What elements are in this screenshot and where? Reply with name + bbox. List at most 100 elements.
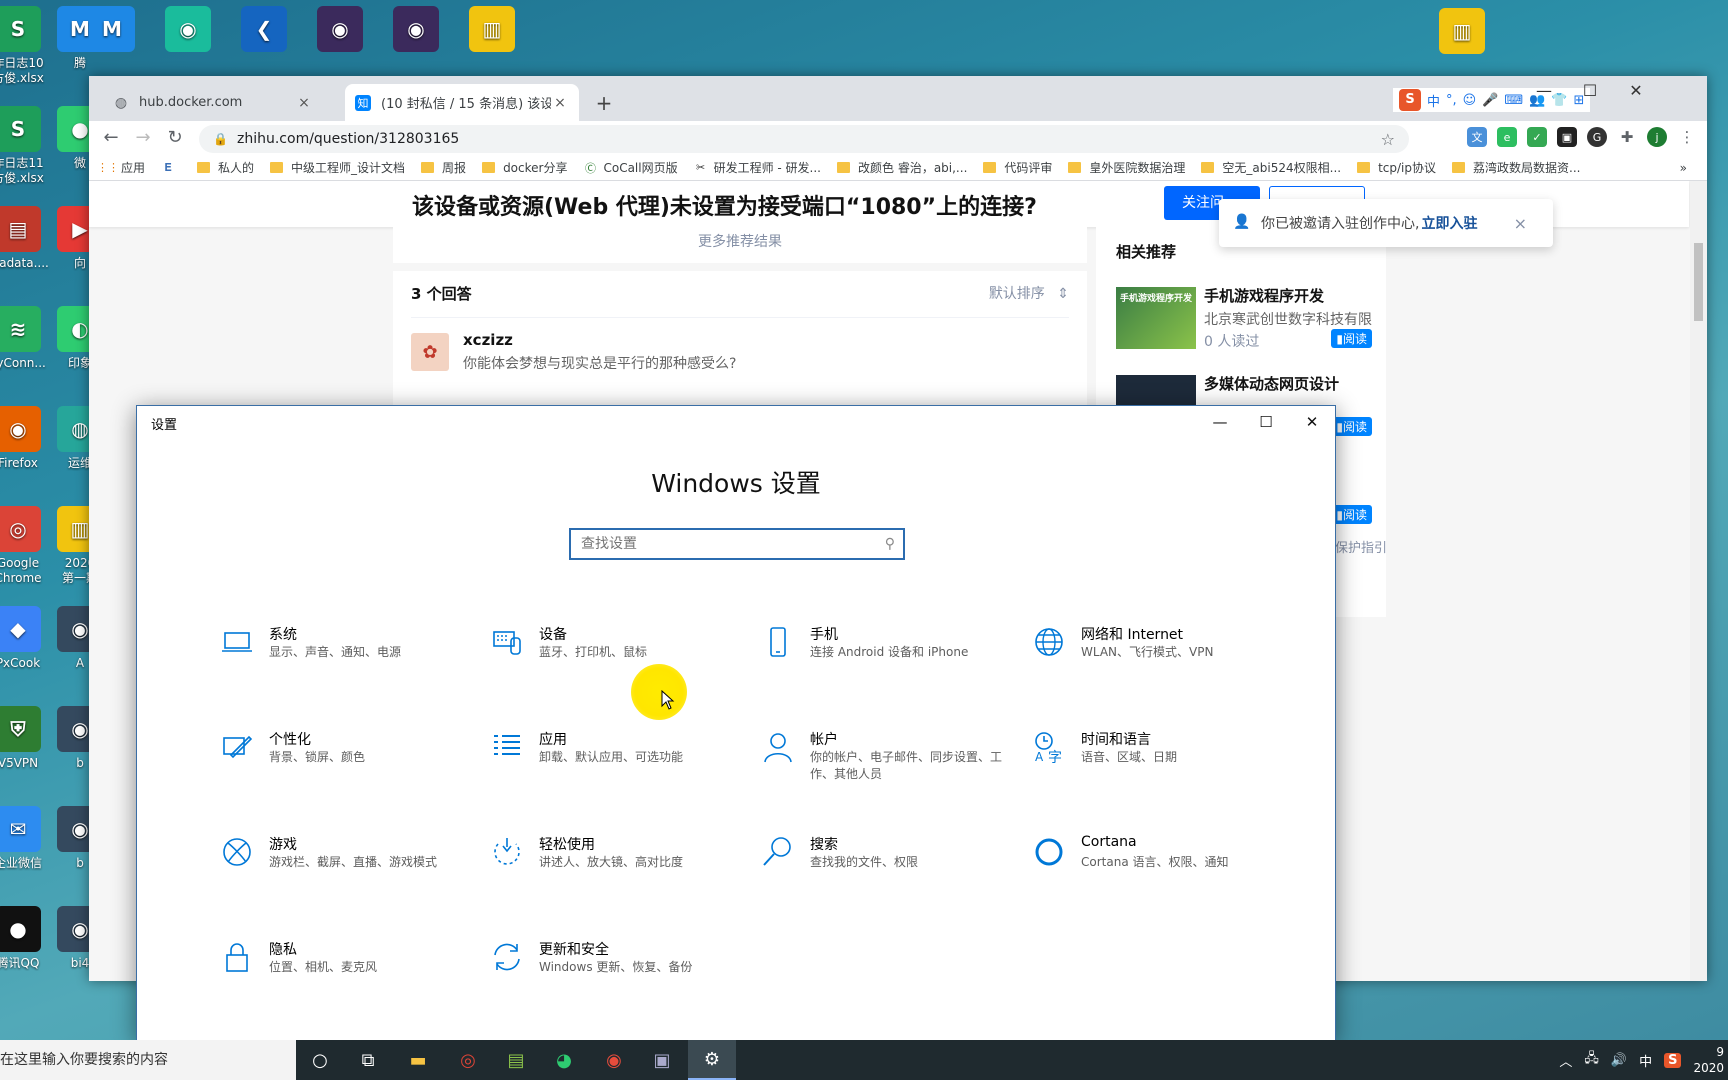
cortana-icon[interactable]: ○ [296, 1040, 344, 1080]
avatar[interactable]: j [1647, 127, 1667, 147]
maximize-icon[interactable]: ☐ [1243, 406, 1289, 438]
desktop-icon[interactable]: ◉ [146, 6, 230, 56]
back-icon[interactable]: ← [95, 122, 127, 154]
chevron-up-icon[interactable]: ︿ [1559, 1051, 1572, 1070]
shield-icon[interactable]: ✓ [1527, 127, 1547, 147]
cursor-highlight [631, 664, 687, 720]
app-icon[interactable]: ▣ [638, 1040, 686, 1080]
settings-gear-icon[interactable]: ⚙ [688, 1040, 736, 1080]
protect-link[interactable]: 保护指引 [1335, 537, 1387, 556]
settings-category-14[interactable]: 更新和安全 Windows 更新、恢复、备份 [489, 939, 749, 1009]
settings-category-12[interactable]: Cortana Cortana 语言、权限、通知 [1031, 834, 1291, 904]
toast-link[interactable]: 立即入驻 [1421, 213, 1477, 233]
bookmark-apps[interactable]: ⋮⋮ 应用 [97, 159, 145, 176]
bookmark-folder[interactable]: 中级工程师_设计文档 [270, 159, 405, 176]
app-icon[interactable]: ▤ [492, 1040, 540, 1080]
close-icon[interactable]: ✕ [1613, 76, 1659, 106]
settings-category-5[interactable]: 个性化 背景、锁屏、颜色 [219, 729, 479, 799]
network-icon[interactable]: 🖧 [1584, 1049, 1599, 1071]
ime-item[interactable]: °, [1446, 93, 1457, 108]
settings-category-11[interactable]: 搜索 查找我的文件、权限 [760, 834, 1020, 904]
read-button[interactable]: ▮阅读 [1331, 329, 1372, 348]
settings-category-3[interactable]: 手机 连接 Android 设备和 iPhone [760, 624, 1020, 694]
tab-docker[interactable]: ◍ hub.docker.com × [103, 84, 323, 121]
scrollbar[interactable] [1690, 181, 1707, 981]
bookmark-item[interactable]: Ⓒ CoCall网页版 [583, 159, 678, 176]
search-input[interactable]: ⚲ [569, 528, 905, 560]
book-icon: ▮ [1336, 508, 1343, 522]
puzzle-icon[interactable]: ✚ [1617, 127, 1637, 147]
extension-icon[interactable]: ▣ [1557, 127, 1577, 147]
desktop-icon[interactable]: ◉ [374, 6, 458, 56]
new-tab-button[interactable]: + [591, 90, 617, 116]
bookmark-folder[interactable]: docker分享 [482, 159, 567, 176]
more-results-link[interactable]: 更多推荐结果 [393, 227, 1087, 263]
tab-close-icon[interactable]: × [551, 95, 569, 111]
bookmark-folder[interactable]: 代码评审 [983, 159, 1052, 176]
close-icon[interactable]: ✕ [1289, 406, 1335, 438]
answer-author[interactable]: xczizz [463, 331, 513, 349]
bookmark-item[interactable]: 𝐄 [161, 161, 181, 175]
settings-category-7[interactable]: 帐户 你的帐户、电子邮件、同步设置、工作、其他人员 [760, 729, 1020, 799]
extension-icon[interactable]: G [1587, 127, 1607, 147]
ime-item[interactable]: 🎤 [1482, 93, 1498, 108]
desktop-icon[interactable]: ◉ [298, 6, 382, 56]
bookmark-item[interactable]: ✂ 研发工程师 - 研发... [694, 159, 821, 176]
read-button[interactable]: ▮阅读 [1331, 505, 1372, 524]
settings-category-1[interactable]: 系统 显示、声音、通知、电源 [219, 624, 479, 694]
clock[interactable]: 9 2020 [1693, 1044, 1724, 1076]
ime-item[interactable]: 中 [1427, 91, 1440, 110]
volume-icon[interactable]: 🔊 [1611, 1053, 1627, 1068]
bookmarks-more-button[interactable]: » [1680, 161, 1687, 175]
globe-icon [1031, 624, 1067, 660]
bookmark-folder[interactable]: 荔湾政数局数据资... [1452, 159, 1580, 176]
bookmark-folder[interactable]: 改颜色 睿治，abi,... [837, 159, 967, 176]
search-field[interactable] [581, 536, 871, 552]
file-explorer-icon[interactable]: ▬ [394, 1040, 442, 1080]
minimize-icon[interactable]: — [1521, 76, 1567, 106]
tab-zhihu[interactable]: 知 (10 封私信 / 15 条消息) 该设备或 × [345, 84, 579, 121]
settings-category-8[interactable]: A 字时间和语言 语音、区域、日期 [1031, 729, 1291, 799]
tab-close-icon[interactable]: × [295, 95, 313, 111]
settings-category-6[interactable]: 应用 卸载、默认应用、可选功能 [489, 729, 749, 799]
settings-category-13[interactable]: 隐私 位置、相机、麦克风 [219, 939, 479, 1009]
settings-category-10[interactable]: 轻松使用 讲述人、放大镜、高对比度 [489, 834, 749, 904]
bookmark-folder[interactable]: 私人的 [197, 159, 254, 176]
task-view-icon[interactable]: ⧉ [344, 1040, 392, 1080]
reload-icon[interactable]: ↻ [159, 122, 191, 154]
taskbar-search[interactable]: 在这里输入你要搜索的内容 [0, 1040, 296, 1080]
desktop-icon[interactable]: ▥ [450, 6, 534, 56]
related-name[interactable]: 手机游戏程序开发 [1204, 285, 1324, 306]
bookmark-folder[interactable]: 周报 [421, 159, 466, 176]
bookmark-folder[interactable]: 空无_abi524权限相... [1201, 159, 1341, 176]
desktop-icon[interactable]: ▥ [1420, 8, 1504, 58]
settings-category-4[interactable]: 网络和 Internet WLAN、飞行模式、VPN [1031, 624, 1291, 694]
app-icon[interactable]: ◉ [590, 1040, 638, 1080]
desktop-icon[interactable]: M [70, 6, 154, 56]
bookmark-folder[interactable]: 皇外医院数据治理 [1068, 159, 1185, 176]
bookmark-label: 皇外医院数据治理 [1089, 161, 1186, 175]
related-name[interactable]: 多媒体动态网页设计 [1204, 373, 1339, 394]
address-bar[interactable]: 🔒 zhihu.com/question/312803165 ☆ [199, 125, 1409, 153]
translate-icon[interactable]: 文 [1467, 127, 1487, 147]
bookmark-folder[interactable]: tcp/ip协议 [1357, 159, 1436, 176]
menu-icon[interactable]: ⋮ [1677, 127, 1697, 147]
minimize-icon[interactable]: — [1197, 406, 1243, 438]
avatar[interactable]: ✿ [411, 333, 449, 371]
settings-category-9[interactable]: 游戏 游戏栏、截屏、直播、游戏模式 [219, 834, 479, 904]
sogou-icon[interactable]: S [1664, 1052, 1682, 1068]
wechat-icon[interactable]: ◕ [540, 1040, 588, 1080]
chrome-icon[interactable]: ◎ [444, 1040, 492, 1080]
bookmark-star-icon[interactable]: ☆ [1381, 130, 1395, 149]
scrollbar-thumb[interactable] [1694, 243, 1703, 321]
settings-category-2[interactable]: 设备 蓝牙、打印机、鼠标 [489, 624, 749, 694]
desktop-icon[interactable]: ❮ [222, 6, 306, 56]
ime-indicator[interactable]: 中 [1639, 1051, 1652, 1070]
read-button[interactable]: ▮阅读 [1331, 417, 1372, 436]
maximize-icon[interactable]: ☐ [1567, 76, 1613, 106]
forward-icon[interactable]: → [127, 122, 159, 154]
ime-item[interactable]: ☺ [1463, 93, 1477, 108]
evernote-icon[interactable]: e [1497, 127, 1517, 147]
close-icon[interactable]: × [1514, 214, 1527, 233]
sort-dropdown[interactable]: 默认排序 ⇕ [989, 283, 1069, 303]
